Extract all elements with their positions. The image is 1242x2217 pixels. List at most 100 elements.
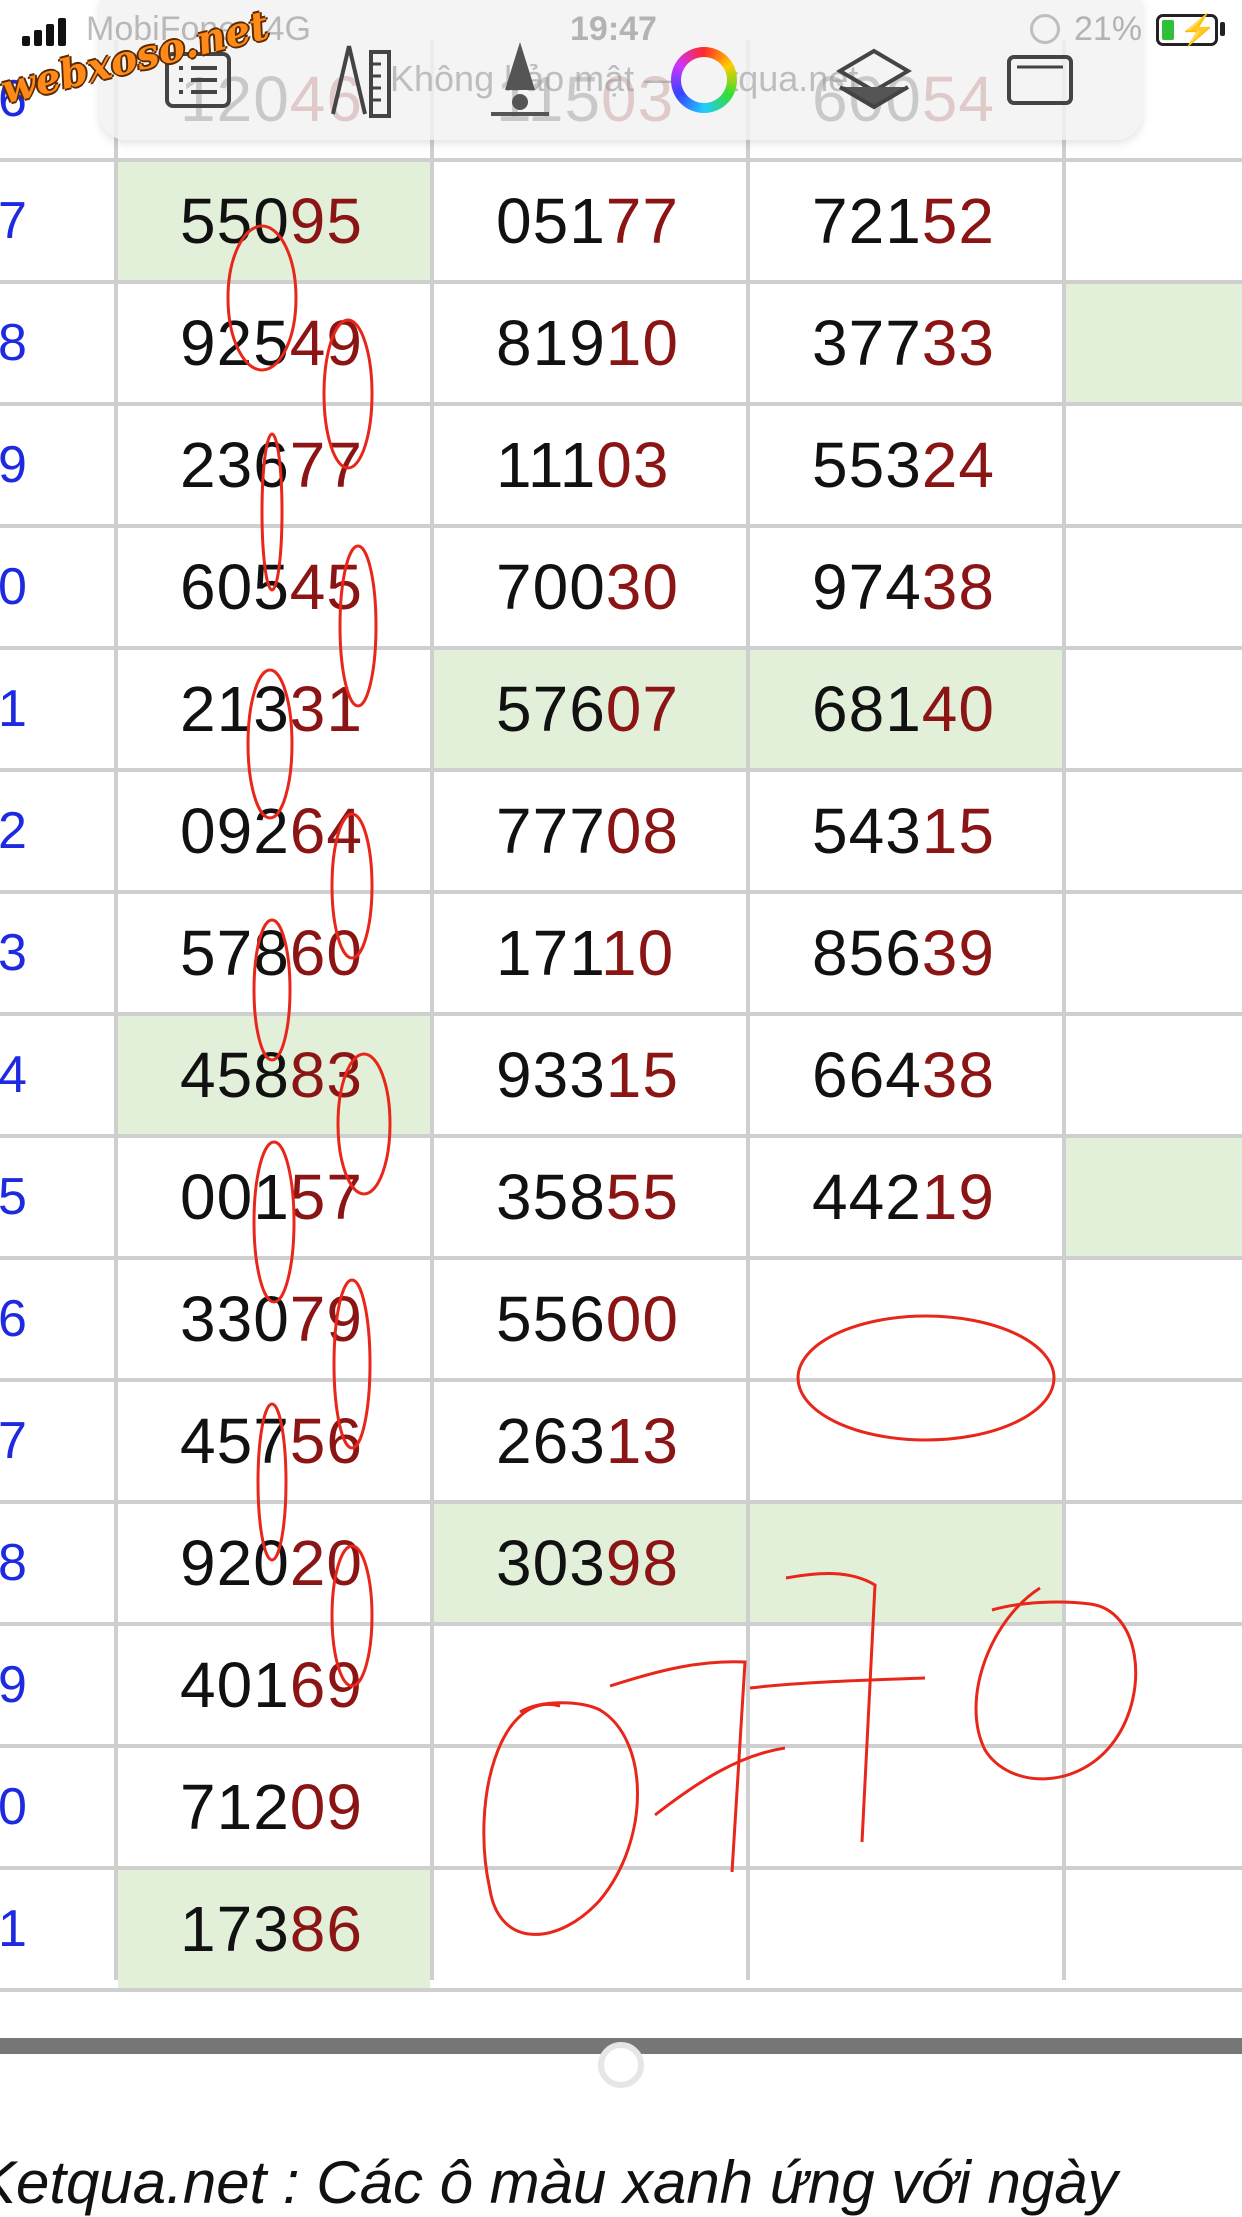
result-cell: 23677 xyxy=(118,406,430,524)
number-tail: 19 xyxy=(921,1161,995,1233)
number-head: 173 xyxy=(180,1893,290,1965)
result-cell: 55095 xyxy=(118,162,430,280)
number-head: 236 xyxy=(180,429,290,501)
result-cell-extra xyxy=(1066,1382,1242,1500)
number-tail: 79 xyxy=(289,1283,363,1355)
table-row: 8 92549 81910 37733 xyxy=(0,284,1242,406)
day-label: 9 xyxy=(0,1656,27,1714)
day-label: 9 xyxy=(0,436,27,494)
result-number: 71209 xyxy=(180,1770,363,1844)
result-number: 66438 xyxy=(812,1038,995,1112)
result-number: 35855 xyxy=(496,1160,679,1234)
number-tail: 20 xyxy=(289,1527,363,1599)
result-cell xyxy=(750,1748,1062,1866)
number-tail: 60 xyxy=(289,917,363,989)
result-cell: 55600 xyxy=(434,1260,746,1378)
number-head: 171 xyxy=(496,917,602,989)
battery-percent: 21% xyxy=(1074,10,1143,48)
result-number: 33079 xyxy=(180,1282,363,1356)
table-row: 0 71209 xyxy=(0,1748,1242,1870)
result-cell xyxy=(750,1870,1062,1988)
number-head: 553 xyxy=(812,429,922,501)
url-bar-text[interactable]: Không bảo mật — ketqua.net xyxy=(390,58,858,100)
table-row: 9 40169 xyxy=(0,1626,1242,1748)
result-cell-extra xyxy=(1066,650,1242,768)
result-number: 55600 xyxy=(496,1282,679,1356)
number-tail: 52 xyxy=(921,185,995,257)
result-cell: 45883 xyxy=(118,1016,430,1134)
result-cell: 57607 xyxy=(434,650,746,768)
result-number: 45756 xyxy=(180,1404,363,1478)
result-cell xyxy=(750,1504,1062,1622)
result-cell: 54315 xyxy=(750,772,1062,890)
result-number: 37733 xyxy=(812,306,995,380)
result-cell: 37733 xyxy=(750,284,1062,402)
result-cell: 71209 xyxy=(118,1748,430,1866)
result-cell: 92020 xyxy=(118,1504,430,1622)
footer-caption: Ketqua.net : Các ô màu xanh ứng với ngày xyxy=(0,2149,1118,2216)
number-head: 712 xyxy=(180,1771,290,1843)
number-head: 213 xyxy=(180,673,290,745)
number-head: 974 xyxy=(812,551,922,623)
number-head: 576 xyxy=(496,673,606,745)
result-number: 40169 xyxy=(180,1648,363,1722)
scroll-handle-icon[interactable] xyxy=(598,2042,644,2088)
table-row: 4 45883 93315 66438 xyxy=(0,1016,1242,1138)
result-number: 11103 xyxy=(496,428,669,502)
result-cell-extra xyxy=(1066,1016,1242,1134)
result-number: 72152 xyxy=(812,184,995,258)
number-tail: 03 xyxy=(596,429,670,501)
signal-strength-icon xyxy=(22,18,66,46)
result-number: 09264 xyxy=(180,794,363,868)
number-tail: 13 xyxy=(605,1405,679,1477)
result-cell-extra xyxy=(1066,1138,1242,1256)
result-cell: 00157 xyxy=(118,1138,430,1256)
number-tail: 86 xyxy=(289,1893,363,1965)
number-tail: 95 xyxy=(289,185,363,257)
number-tail: 15 xyxy=(921,795,995,867)
number-head: 578 xyxy=(180,917,290,989)
number-head: 457 xyxy=(180,1405,290,1477)
number-tail: 40 xyxy=(921,673,995,745)
number-head: 303 xyxy=(496,1527,606,1599)
result-number: 55324 xyxy=(812,428,995,502)
day-label: 2 xyxy=(0,802,27,860)
number-head: 920 xyxy=(180,1527,290,1599)
day-label: 8 xyxy=(0,314,27,372)
number-tail: 10 xyxy=(601,917,675,989)
result-cell-extra xyxy=(1066,1748,1242,1866)
result-cell: 68140 xyxy=(750,650,1062,768)
result-cell: 97438 xyxy=(750,528,1062,646)
result-number: 54315 xyxy=(812,794,995,868)
column-divider xyxy=(746,40,750,1980)
result-number: 05177 xyxy=(496,184,679,258)
result-cell: 26313 xyxy=(434,1382,746,1500)
number-tail: 98 xyxy=(605,1527,679,1599)
result-cell xyxy=(750,1626,1062,1744)
table-row: 7 55095 05177 72152 xyxy=(0,162,1242,284)
number-tail: 64 xyxy=(289,795,363,867)
result-cell-extra xyxy=(1066,772,1242,890)
result-number: 60545 xyxy=(180,550,363,624)
number-tail: 33 xyxy=(921,307,995,379)
result-number: 55095 xyxy=(180,184,363,258)
result-cell-extra xyxy=(1066,284,1242,402)
table-row: 0 60545 70030 97438 xyxy=(0,528,1242,650)
result-cell: 55324 xyxy=(750,406,1062,524)
number-tail: 38 xyxy=(921,1039,995,1111)
result-cell-extra xyxy=(1066,1260,1242,1378)
number-head: 721 xyxy=(812,185,922,257)
result-number: 70030 xyxy=(496,550,679,624)
number-tail: 31 xyxy=(289,673,363,745)
number-tail: 09 xyxy=(289,1771,363,1843)
result-cell-extra xyxy=(1066,528,1242,646)
result-cell: 72152 xyxy=(750,162,1062,280)
result-cell: 40169 xyxy=(118,1626,430,1744)
day-label: 7 xyxy=(0,192,27,250)
result-cell: 35855 xyxy=(434,1138,746,1256)
result-cell: 93315 xyxy=(434,1016,746,1134)
table-row: 9 23677 11103 55324 xyxy=(0,406,1242,528)
column-divider xyxy=(1062,40,1066,1980)
result-cell xyxy=(434,1626,746,1744)
table-row: 7 45756 26313 xyxy=(0,1382,1242,1504)
